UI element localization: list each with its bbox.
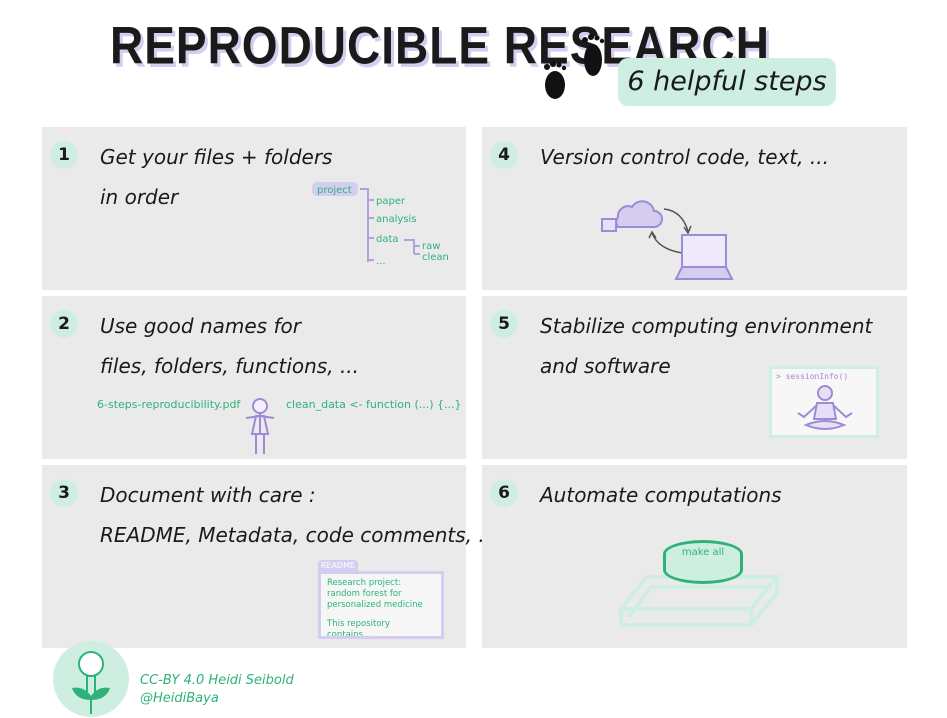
example-function-name: clean_data <- function (...) {...} (286, 398, 462, 411)
step-title-line1: Get your files + folders (100, 145, 333, 169)
author-handle: @HeidiBaya (140, 691, 219, 706)
step-title-line1: Version control code, text, ... (540, 145, 829, 169)
make-all-button[interactable]: make all (663, 540, 743, 584)
step-title-line2: README, Metadata, code comments, ... (100, 523, 498, 547)
readme-body: This repository contains... (327, 619, 391, 639)
tree-item-clean: clean (422, 252, 449, 263)
step-card-1: 1 Get your files + folders in order proj… (42, 127, 466, 290)
step-title-line1: Stabilize computing environment (540, 314, 873, 338)
step-card-3: 3 Document with care : README, Metadata,… (42, 465, 497, 648)
step-card-2: 2 Use good names for files, folders, fun… (42, 296, 466, 459)
step-number: 1 (50, 141, 78, 169)
subtitle-badge: 6 helpful steps (618, 58, 836, 106)
step-card-5: 5 Stabilize computing environment and so… (482, 296, 907, 459)
step-number: 3 (50, 479, 78, 507)
meditating-person-icon (797, 385, 853, 430)
license-credit: CC-BY 4.0 Heidi Seibold (140, 673, 294, 688)
lightbulb-plant-logo (53, 641, 129, 717)
step-number: 6 (490, 479, 518, 507)
example-file-name: 6-steps-reproducibility.pdf (97, 398, 241, 411)
tree-item-more: ... (376, 256, 386, 267)
tree-root: project (317, 185, 352, 196)
tree-item-analysis: analysis (376, 214, 417, 225)
readme-heading: Research project: random forest for pers… (327, 578, 423, 610)
console-window: > sessionInfo() (769, 366, 879, 438)
step-number: 2 (50, 310, 78, 338)
tree-item-paper: paper (376, 196, 406, 207)
step-title-line1: Document with care : (100, 483, 316, 507)
console-command: > sessionInfo() (776, 372, 849, 381)
footprints-icon (544, 34, 605, 99)
step-title-line2: in order (100, 185, 179, 209)
tree-item-raw: raw (422, 241, 440, 252)
folder-tree-diagram: project paper analysis data ... raw clea… (312, 182, 449, 267)
cloud-laptop-sync-icon (601, 200, 734, 280)
step-title-line1: Automate computations (540, 483, 782, 507)
step-number: 5 (490, 310, 518, 338)
person-shrug-icon (245, 398, 275, 454)
step-title-line1: Use good names for (100, 314, 301, 338)
tree-item-data: data (376, 234, 399, 245)
make-all-label: make all (681, 547, 725, 558)
step-title-line2: files, folders, functions, ... (100, 354, 360, 378)
readme-document: Research project: random forest for pers… (318, 571, 444, 639)
step-card-6: 6 Automate computations make all (482, 465, 907, 648)
step-number: 4 (490, 141, 518, 169)
step-card-4: 4 Version control code, text, ... (482, 127, 907, 290)
